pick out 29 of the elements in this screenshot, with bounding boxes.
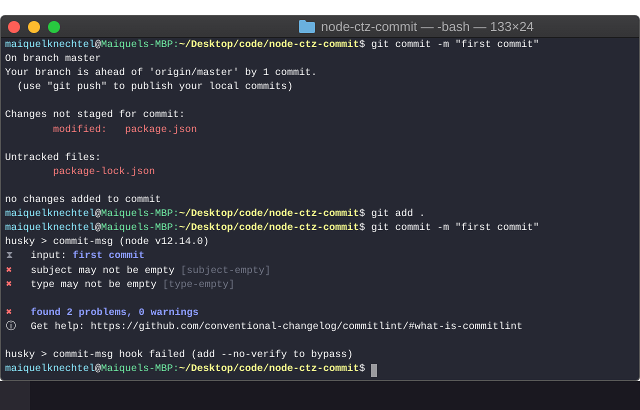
terminal-line: husky > commit-msg (node v12.14.0): [5, 236, 210, 250]
minimize-button[interactable]: [28, 20, 40, 32]
terminal-line: maiquelknechtel@Maiquels-MBP:~/Desktop/code/node-ctz-commit$ git add .: [5, 208, 426, 222]
cross-icon: ✖: [5, 278, 31, 293]
terminal-line: subject may not be empty [subject-empty]: [30, 264, 271, 278]
terminal-line: Your branch is ahead of 'origin/master' by 1 commit.: [5, 67, 318, 82]
terminal-line: no changes added to commit: [5, 194, 162, 208]
terminal-line: On branch master: [5, 53, 102, 68]
window-title: node-ctz-commit — -bash — 133×24: [321, 19, 534, 34]
info-icon: ⓘ: [5, 320, 31, 335]
terminal-line: modified: package.json: [52, 124, 198, 138]
terminal-line: Changes not staged for commit:: [5, 109, 186, 124]
terminal-line: type may not be empty [type-empty]: [30, 278, 235, 293]
terminal-line: input: first commit: [30, 250, 145, 264]
hourglass-icon: ⧗: [5, 250, 31, 264]
cross-icon: ✖: [5, 306, 31, 321]
zoom-button[interactable]: [48, 20, 60, 32]
cross-icon: ✖: [5, 264, 31, 279]
terminal-line: Untracked files:: [5, 152, 102, 166]
terminal-line: found 2 problems, 0 warnings: [30, 306, 199, 321]
close-button[interactable]: [8, 20, 20, 32]
folder-icon: [299, 20, 315, 33]
terminal-line: maiquelknechtel@Maiquels-MBP:~/Desktop/code/node-ctz-commit$ git commit -m "first commit": [5, 39, 540, 53]
terminal-line: Get help: https://github.com/conventional-changelog/commitlint/#what-is-commitlint: [30, 320, 523, 335]
terminal-line: husky > commit-msg hook failed (add --no-verify to bypass): [5, 349, 354, 364]
terminal-line: maiquelknechtel@Maiquels-MBP:~/Desktop/code/node-ctz-commit$: [5, 363, 366, 378]
terminal-line: (use "git push" to publish your local commits): [16, 81, 294, 96]
terminal-line: maiquelknechtel@Maiquels-MBP:~/Desktop/code/node-ctz-commit$ git commit -m "first commit": [5, 222, 540, 236]
terminal-line: package-lock.json: [52, 166, 156, 180]
